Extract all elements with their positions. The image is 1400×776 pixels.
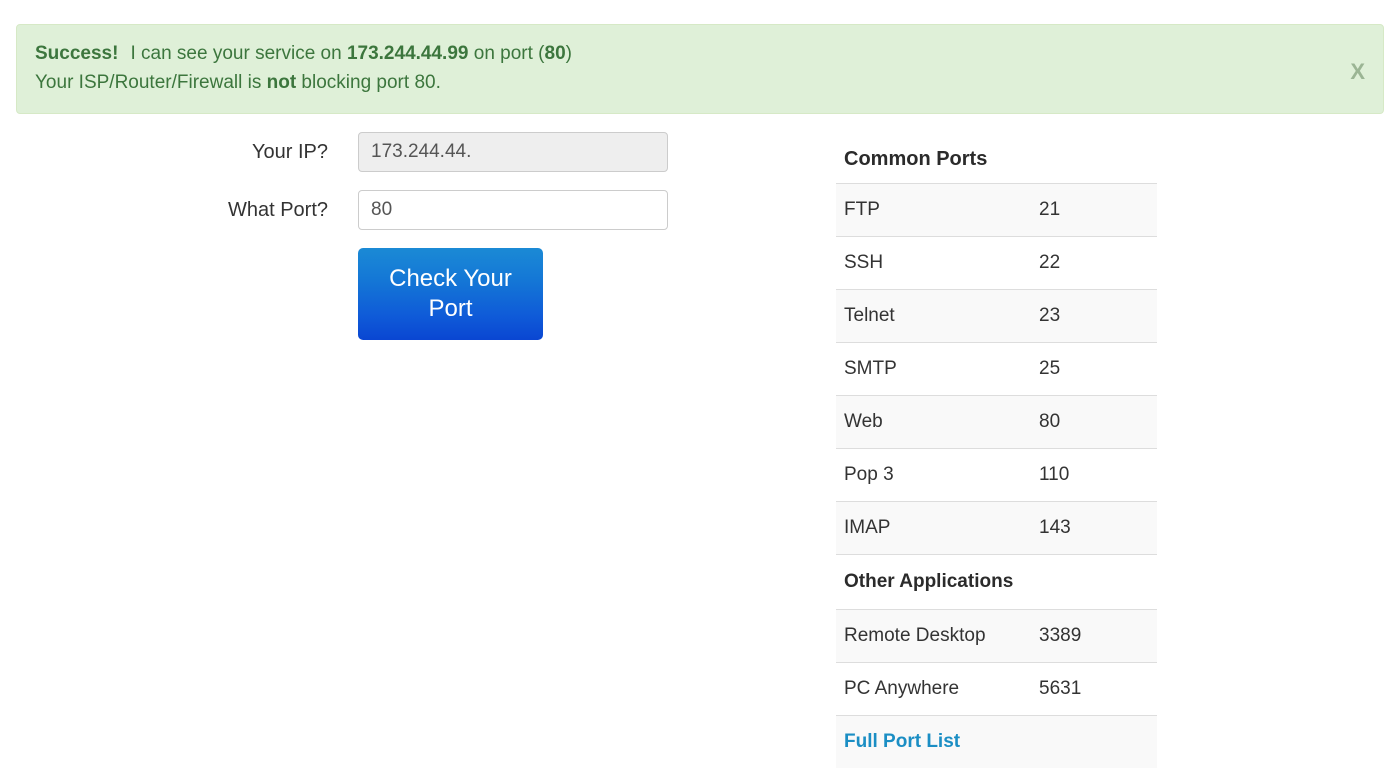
table-row: Pop 3 110: [836, 448, 1157, 502]
check-port-button[interactable]: Check Your Port: [358, 248, 543, 340]
ip-field-wrap: [358, 132, 668, 172]
alert-line1-post: ): [565, 43, 572, 64]
port-label: What Port?: [227, 199, 328, 221]
alert-line1-pre: I can see your service on: [130, 43, 347, 64]
table-row: Full Port List: [836, 715, 1157, 768]
port-name-cell: SMTP: [836, 342, 1031, 396]
table-row: Web 80: [836, 395, 1157, 449]
port-number-cell: 80: [1031, 395, 1157, 449]
port-name-cell: PC Anywhere: [836, 662, 1031, 716]
port-number-cell: [1031, 715, 1157, 768]
ports-table-body: FTP 21 SSH 22 Telnet 23 SMTP 25 Web 80 Pop 3 110 IMA…: [836, 183, 1157, 768]
port-check-form: Your IP? What Port? Check Your Port: [0, 132, 720, 340]
alert-line2-post: blocking port 80.: [296, 72, 441, 93]
port-name-cell: Pop 3: [836, 448, 1031, 502]
port-number-cell: 21: [1031, 183, 1157, 237]
alert-line-2: Your ISP/Router/Firewall is not blocking…: [35, 68, 1365, 97]
port-number-cell: 23: [1031, 289, 1157, 343]
ip-label: Your IP?: [252, 141, 328, 163]
port-name-cell: Telnet: [836, 289, 1031, 343]
port-number-cell: 5631: [1031, 662, 1157, 716]
port-name-cell: Web: [836, 395, 1031, 449]
success-alert: Success! I can see your service on 173.24…: [16, 24, 1384, 114]
port-number-cell: 3389: [1031, 609, 1157, 663]
ip-row: Your IP?: [0, 132, 720, 172]
table-row: SMTP 25: [836, 342, 1157, 396]
table-row: Telnet 23: [836, 289, 1157, 343]
common-ports-heading: Common Ports: [844, 148, 988, 170]
port-name-cell: IMAP: [836, 501, 1031, 555]
ports-panel: Common Ports FTP 21 SSH 22 Telnet 23 SMTP 25 Web…: [836, 142, 1157, 768]
port-name-cell: Remote Desktop: [836, 609, 1031, 663]
port-name-cell: FTP: [836, 183, 1031, 237]
table-row: PC Anywhere 5631: [836, 662, 1157, 716]
table-row: FTP 21: [836, 183, 1157, 237]
table-section-header-row: Other Applications: [836, 554, 1157, 610]
port-name-cell: Full Port List: [836, 715, 1031, 768]
section-heading: Other Applications: [836, 554, 1157, 610]
submit-spacer: [0, 248, 358, 340]
table-row: SSH 22: [836, 236, 1157, 290]
alert-line-1: Success! I can see your service on 173.24…: [35, 39, 1365, 68]
port-field-wrap: [358, 190, 668, 230]
full-port-list-link[interactable]: Full Port List: [844, 731, 960, 752]
alert-line1-mid: on port (: [468, 43, 545, 64]
table-row: IMAP 143: [836, 501, 1157, 555]
port-row: What Port?: [0, 190, 720, 230]
ports-table: FTP 21 SSH 22 Telnet 23 SMTP 25 Web 80 Pop 3 110 IMA…: [836, 183, 1157, 768]
port-number-cell: 25: [1031, 342, 1157, 396]
port-number-cell: 110: [1031, 448, 1157, 502]
port-input[interactable]: [358, 190, 668, 230]
page-root: Success! I can see your service on 173.24…: [0, 0, 1400, 776]
close-icon[interactable]: X: [1350, 61, 1365, 83]
port-number-cell: 143: [1031, 501, 1157, 555]
table-row: Remote Desktop 3389: [836, 609, 1157, 663]
submit-row: Check Your Port: [0, 248, 720, 340]
alert-ip-value: 173.244.44.99: [346, 43, 469, 64]
port-number-cell: 22: [1031, 236, 1157, 290]
alert-line2-pre: Your ISP/Router/Firewall is: [35, 72, 267, 93]
alert-port-value: 80: [544, 43, 566, 64]
alert-status-label: Success!: [35, 43, 119, 64]
ip-input[interactable]: [358, 132, 668, 172]
alert-line2-emphasis: not: [266, 72, 297, 93]
port-name-cell: SSH: [836, 236, 1031, 290]
